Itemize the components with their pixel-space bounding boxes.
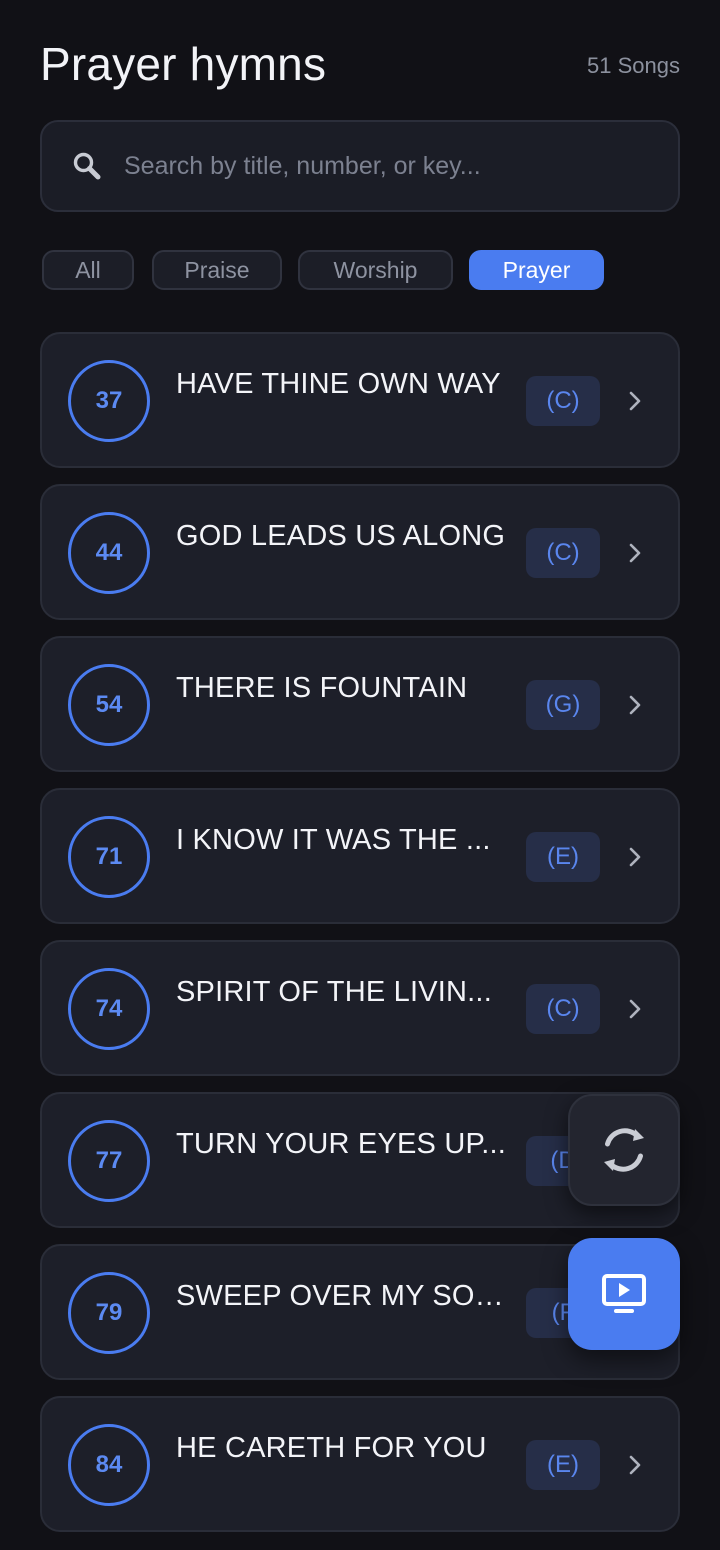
song-row[interactable]: 44 GOD LEADS US ALONG (C) bbox=[40, 484, 680, 620]
song-number: 44 bbox=[68, 512, 150, 594]
page-title: Prayer hymns bbox=[40, 38, 327, 90]
chevron-right-icon bbox=[629, 695, 641, 715]
song-title: HAVE THINE OWN WAY bbox=[176, 368, 501, 400]
key-badge: (G) bbox=[526, 680, 600, 730]
song-title: SWEEP OVER MY SOUL bbox=[176, 1280, 512, 1312]
chevron-right-icon bbox=[629, 1455, 641, 1475]
song-title: HE CARETH FOR YOU bbox=[176, 1432, 487, 1464]
song-count: 51 Songs bbox=[587, 53, 680, 78]
key-badge: (E) bbox=[526, 1440, 600, 1490]
header: Prayer hymns 51 Songs bbox=[40, 36, 680, 92]
song-title: GOD LEADS US ALONG bbox=[176, 520, 506, 552]
key-badge: (E) bbox=[526, 832, 600, 882]
chevron-right-icon bbox=[629, 999, 641, 1019]
chevron-right-icon bbox=[629, 847, 641, 867]
refresh-button[interactable] bbox=[568, 1094, 680, 1206]
present-button[interactable] bbox=[568, 1238, 680, 1350]
presentation-play-icon bbox=[602, 1274, 646, 1313]
song-title: THERE IS FOUNTAIN bbox=[176, 672, 468, 704]
song-number: 84 bbox=[68, 1424, 150, 1506]
filter-chip-praise[interactable]: Praise bbox=[152, 250, 282, 290]
refresh-icon bbox=[604, 1128, 644, 1172]
song-number: 77 bbox=[68, 1120, 150, 1202]
search-icon bbox=[73, 152, 101, 180]
search-input[interactable] bbox=[124, 122, 678, 210]
song-number: 37 bbox=[68, 360, 150, 442]
chevron-right-icon bbox=[629, 543, 641, 563]
key-badge: (C) bbox=[526, 984, 600, 1034]
song-number: 74 bbox=[68, 968, 150, 1050]
song-row[interactable]: 54 THERE IS FOUNTAIN (G) bbox=[40, 636, 680, 772]
song-title: TURN YOUR EYES UP... bbox=[176, 1128, 507, 1160]
song-number: 54 bbox=[68, 664, 150, 746]
search-bar[interactable] bbox=[40, 120, 680, 212]
song-number: 71 bbox=[68, 816, 150, 898]
song-row[interactable]: 84 HE CARETH FOR YOU (E) bbox=[40, 1396, 680, 1532]
song-row[interactable]: 74 SPIRIT OF THE LIVIN... (C) bbox=[40, 940, 680, 1076]
filter-chip-prayer[interactable]: Prayer bbox=[469, 250, 604, 290]
song-row[interactable]: 37 HAVE THINE OWN WAY (C) bbox=[40, 332, 680, 468]
filter-chip-worship[interactable]: Worship bbox=[298, 250, 453, 290]
song-title: I KNOW IT WAS THE ... bbox=[176, 824, 491, 856]
key-badge: (C) bbox=[526, 528, 600, 578]
app-screen: Prayer hymns 51 Songs All Praise Worship… bbox=[0, 0, 720, 1550]
song-row[interactable]: 71 I KNOW IT WAS THE ... (E) bbox=[40, 788, 680, 924]
filter-chip-all[interactable]: All bbox=[42, 250, 134, 290]
song-number: 79 bbox=[68, 1272, 150, 1354]
key-badge: (C) bbox=[526, 376, 600, 426]
song-title: SPIRIT OF THE LIVIN... bbox=[176, 976, 492, 1008]
chevron-right-icon bbox=[629, 391, 641, 411]
